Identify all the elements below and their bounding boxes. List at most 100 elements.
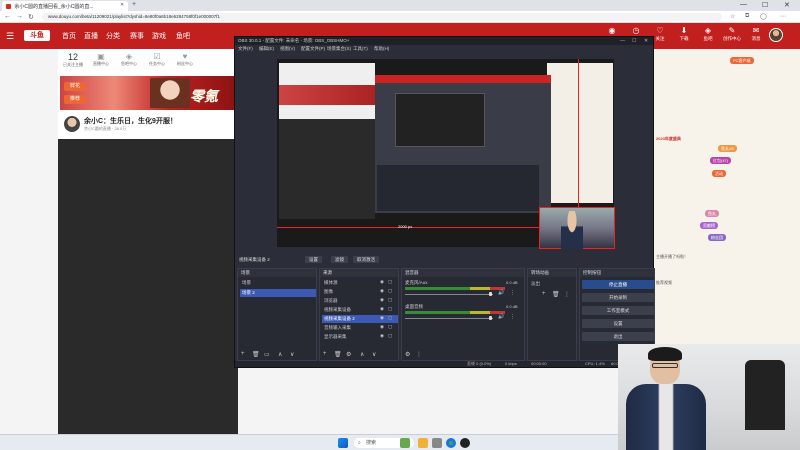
taskbar-app-icon[interactable] <box>432 438 442 448</box>
star-icon[interactable]: ☆ <box>730 13 735 20</box>
visibility-eye-icon[interactable]: ◉ <box>380 315 384 321</box>
nav-games[interactable]: 游戏 <box>152 31 166 41</box>
message-icon[interactable]: ✉ 消息 <box>744 26 768 42</box>
redpacket-pill[interactable]: 红包(47) <box>710 157 732 164</box>
studio-mode-button[interactable]: 工作室模式 <box>582 306 654 315</box>
mixer-more-icon[interactable]: ⋮ <box>416 351 422 358</box>
scene-item-selected[interactable]: 场景 2 <box>240 289 316 297</box>
scene-up-icon[interactable]: ∧ <box>278 351 282 358</box>
nav-esports[interactable]: 赛事 <box>130 31 144 41</box>
visibility-eye-icon[interactable]: ◉ <box>380 279 384 285</box>
transition-type-select[interactable]: 淡出 <box>531 281 540 287</box>
user-avatar[interactable] <box>769 28 783 42</box>
windows-start-icon[interactable] <box>338 438 348 448</box>
lock-icon[interactable]: ▢ <box>388 288 392 294</box>
source-item[interactable]: 浏览器 <box>322 297 398 305</box>
flower-chip[interactable]: 鲜花 <box>64 82 86 91</box>
volume-slider-knob[interactable] <box>489 292 492 296</box>
obs-menu-view[interactable]: 视图(V) <box>280 45 295 52</box>
video-player[interactable] <box>58 139 238 434</box>
source-item[interactable]: 显示器采集 <box>322 333 398 341</box>
minimize-button[interactable]: — <box>740 1 747 8</box>
close-window-button[interactable]: ✕ <box>784 1 790 9</box>
source-item[interactable]: 图像 <box>322 288 398 296</box>
fish-icon[interactable]: ◈ 鱼吧 <box>696 26 720 42</box>
transition-menu-icon[interactable]: ⋮ <box>564 291 570 298</box>
new-tab-button[interactable]: + <box>132 1 136 8</box>
obs-maximize-button[interactable]: ☐ <box>632 37 636 45</box>
recommend-chip[interactable]: 推荐 <box>64 95 86 104</box>
extensions-icon[interactable]: ⧉ <box>745 13 749 20</box>
obs-taskbar-icon[interactable] <box>460 438 470 448</box>
start-recording-button[interactable]: 开始录制 <box>582 293 654 302</box>
lock-icon[interactable]: ▢ <box>388 324 392 330</box>
add-source-icon[interactable]: + <box>323 351 327 357</box>
nav-home[interactable]: 首页 <box>62 31 76 41</box>
obs-window[interactable]: OBS 30.0.1 - 配置文件: 未命名 - 场景: OBS_OBSHMO+… <box>234 36 655 368</box>
source-up-icon[interactable]: ∧ <box>360 351 364 358</box>
source-down-icon[interactable]: ∨ <box>372 351 376 358</box>
visibility-eye-icon[interactable]: ◉ <box>380 297 384 303</box>
pc-client-pill[interactable]: PC客户端 <box>730 57 754 64</box>
source-item[interactable]: 音频输入采集 <box>322 324 398 332</box>
forward-button[interactable]: → <box>16 13 23 20</box>
source-item-selected[interactable]: 视频采集设备 2 <box>322 315 398 323</box>
profile-icon[interactable]: ◯ <box>760 13 767 20</box>
browser-tab[interactable]: 余小C圆的直播回看_余小C圆的直... <box>2 1 128 11</box>
add-scene-icon[interactable]: + <box>241 351 245 357</box>
source-properties-icon[interactable]: ⚙ <box>346 351 351 358</box>
scene-item[interactable]: 场景 <box>240 279 316 287</box>
url-field[interactable]: www.douyu.com/beta/11209021/playlist?dys… <box>42 13 722 21</box>
visibility-eye-icon[interactable]: ◉ <box>380 306 384 312</box>
obs-menu-tools[interactable]: 工具(T) <box>353 45 368 52</box>
source-item[interactable]: 视频采集设备 <box>322 306 398 314</box>
more-menu-icon[interactable]: ⋯ <box>780 13 786 20</box>
download-icon[interactable]: ⬇ 下载 <box>672 26 696 42</box>
fishball-label-pill[interactable]: 鱼丸 <box>705 210 719 217</box>
edge-browser-icon[interactable] <box>446 438 456 448</box>
source-settings-button[interactable]: 设置 <box>305 256 322 263</box>
maximize-button[interactable]: ☐ <box>762 1 768 9</box>
add-transition-icon[interactable]: + <box>542 291 546 297</box>
file-explorer-icon[interactable] <box>418 438 428 448</box>
site-logo[interactable]: 斗鱼 <box>24 30 50 41</box>
volume-slider[interactable] <box>405 294 493 295</box>
creator-icon[interactable]: ✎ 创作中心 <box>720 26 744 42</box>
lock-icon[interactable]: ▢ <box>388 306 392 312</box>
fans-pill[interactable]: 粉丝团 <box>708 234 726 241</box>
lock-icon[interactable]: ▢ <box>388 333 392 339</box>
obs-menu-edit[interactable]: 编辑(E) <box>259 45 274 52</box>
visibility-eye-icon[interactable]: ◉ <box>380 324 384 330</box>
lock-icon[interactable]: ▢ <box>388 315 392 321</box>
stat-followed[interactable]: 12 已关注主播 <box>60 52 86 68</box>
fishball-pill[interactable]: 鱼丸×5 <box>718 145 737 152</box>
obs-menu-file[interactable]: 文件(F) <box>238 45 253 52</box>
stat-task-center[interactable]: ☑ 任务中心 <box>144 52 170 67</box>
mixer-menu-icon[interactable]: ⋮ <box>510 314 515 320</box>
obs-minimize-button[interactable]: — <box>620 37 625 45</box>
nav-category[interactable]: 分类 <box>106 31 120 41</box>
stat-fishbar-center[interactable]: ◈ 鱼吧中心 <box>116 52 142 67</box>
volume-slider-knob[interactable] <box>489 316 492 320</box>
scene-filter-icon[interactable]: ▭ <box>264 351 270 358</box>
scene-down-icon[interactable]: ∨ <box>290 351 294 358</box>
stop-streaming-button[interactable]: 停止直播 <box>582 280 654 289</box>
visibility-eye-icon[interactable]: ◉ <box>380 333 384 339</box>
source-item[interactable]: 媒体源 <box>322 279 398 287</box>
remove-transition-icon[interactable]: 🗑 <box>552 291 560 298</box>
mixer-menu-icon[interactable]: ⋮ <box>510 290 515 296</box>
streamer-avatar[interactable] <box>64 116 80 132</box>
back-button[interactable]: ← <box>4 13 11 20</box>
remove-source-icon[interactable]: 🗑 <box>334 351 342 358</box>
obs-menu-help[interactable]: 帮助(H) <box>374 45 389 52</box>
reload-button[interactable]: ↻ <box>28 13 34 21</box>
contribution-pill[interactable]: 贡献榜 <box>700 222 718 229</box>
obs-menu-profile[interactable]: 配置文件(P) <box>301 45 325 52</box>
source-deactivate-button[interactable]: 取消激活 <box>353 256 379 263</box>
settings-button[interactable]: 设置 <box>582 319 654 328</box>
volume-slider[interactable] <box>405 318 493 319</box>
obs-close-button[interactable]: ✕ <box>644 37 648 45</box>
obs-menu-scene-collection[interactable]: 场景集合(S) <box>327 45 351 52</box>
remove-scene-icon[interactable]: 🗑 <box>252 351 260 358</box>
speaker-icon[interactable]: 🔊 <box>498 290 504 296</box>
